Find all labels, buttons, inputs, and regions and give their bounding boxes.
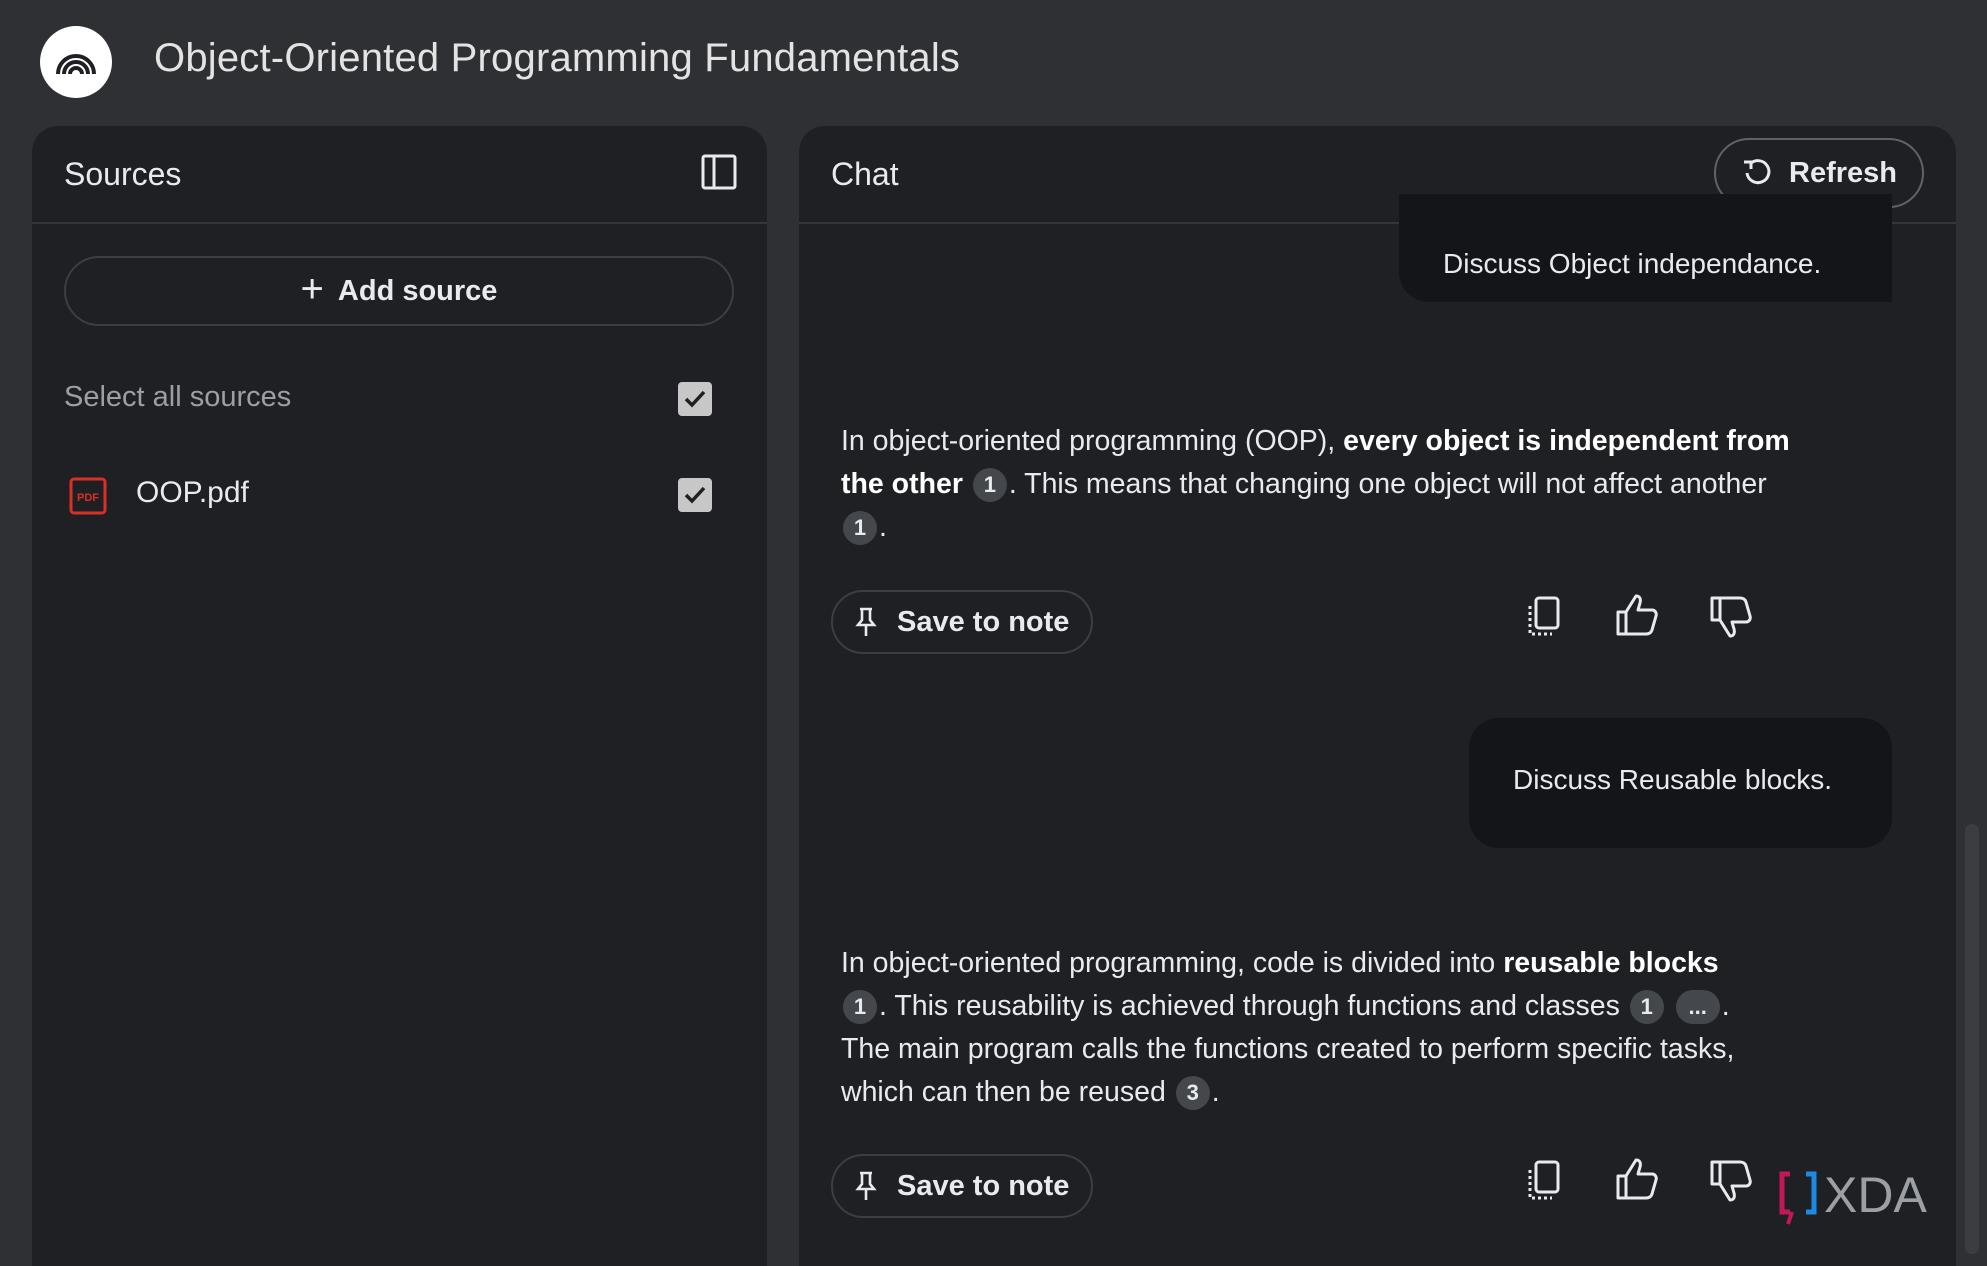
chat-title: Chat bbox=[831, 156, 899, 192]
svg-text:PDF: PDF bbox=[77, 492, 99, 504]
notebook-title[interactable]: Object-Oriented Programming Fundamentals bbox=[154, 36, 960, 81]
message-text: In object-oriented programming (OOP), bbox=[841, 425, 1344, 457]
chat-panel: Chat Refresh Discuss Object independance… bbox=[799, 126, 1956, 1266]
add-source-label: Add source bbox=[337, 274, 498, 307]
message-text: . bbox=[1721, 990, 1730, 1022]
copy-icon[interactable] bbox=[1521, 594, 1567, 640]
sources-title: Sources bbox=[64, 156, 182, 192]
refresh-icon bbox=[1744, 159, 1771, 185]
thumbs-up-icon[interactable] bbox=[1614, 592, 1660, 638]
chat-messages[interactable]: Discuss Object independance. In object-o… bbox=[799, 194, 1956, 1266]
plus-icon: + bbox=[300, 267, 324, 311]
citation-chip[interactable]: 1 bbox=[1629, 990, 1664, 1025]
thumbs-up-icon[interactable] bbox=[1614, 1156, 1660, 1202]
citation-chip[interactable]: 1 bbox=[843, 511, 877, 546]
select-all-checkbox[interactable] bbox=[678, 382, 712, 416]
collapse-panel-icon[interactable] bbox=[699, 152, 739, 192]
message-text: The main program calls the functions cre… bbox=[841, 1033, 1735, 1108]
citation-chip[interactable]: 3 bbox=[1175, 1076, 1210, 1111]
copy-icon[interactable] bbox=[1521, 1158, 1567, 1204]
user-message-text: Discuss Reusable blocks. bbox=[1513, 764, 1833, 795]
notebooklm-logo-icon[interactable] bbox=[40, 26, 112, 98]
message-bold-text: reusable blocks bbox=[1503, 947, 1719, 979]
message-text: . bbox=[879, 511, 887, 543]
source-file-name[interactable]: OOP.pdf bbox=[136, 476, 249, 510]
save-to-note-button[interactable]: Save to note bbox=[831, 590, 1093, 654]
sources-header: Sources bbox=[32, 126, 767, 224]
assistant-message: In object-oriented programming (OOP), ev… bbox=[841, 420, 1801, 549]
user-message: Discuss Reusable blocks. bbox=[1469, 718, 1892, 848]
save-to-note-button[interactable]: Save to note bbox=[831, 1154, 1093, 1218]
thumbs-down-icon[interactable] bbox=[1708, 1158, 1754, 1204]
pdf-icon: PDF bbox=[68, 476, 108, 516]
save-to-note-label: Save to note bbox=[897, 605, 1070, 638]
refresh-label: Refresh bbox=[1789, 156, 1897, 189]
assistant-message: In object-oriented programming, code is … bbox=[841, 942, 1801, 1114]
thumbs-down-icon[interactable] bbox=[1708, 594, 1754, 640]
source-file-checkbox[interactable] bbox=[678, 478, 712, 512]
xda-watermark: XDA bbox=[1778, 1166, 1968, 1226]
watermark-text: XDA bbox=[1824, 1167, 1927, 1223]
pin-icon bbox=[855, 607, 877, 636]
add-source-button[interactable]: + Add source bbox=[64, 256, 734, 326]
citation-chip[interactable]: 1 bbox=[843, 990, 877, 1025]
select-all-label: Select all sources bbox=[64, 381, 292, 413]
user-message: Discuss Object independance. bbox=[1399, 194, 1892, 302]
message-text: . This reusability is achieved through f… bbox=[879, 990, 1620, 1022]
message-text: In object-oriented programming, code is … bbox=[841, 947, 1504, 979]
message-text: . This means that changing one object wi… bbox=[1008, 468, 1767, 500]
more-citations-chip[interactable]: ... bbox=[1675, 990, 1720, 1025]
pin-icon bbox=[855, 1171, 877, 1200]
sources-panel: Sources + Add source Select all sources … bbox=[32, 126, 767, 1266]
save-to-note-label: Save to note bbox=[897, 1169, 1070, 1202]
user-message-text: Discuss Object independance. bbox=[1443, 248, 1822, 279]
message-text: . bbox=[1211, 1076, 1220, 1108]
citation-chip[interactable]: 1 bbox=[972, 468, 1007, 503]
app-header: Object-Oriented Programming Fundamentals bbox=[0, 0, 1987, 125]
